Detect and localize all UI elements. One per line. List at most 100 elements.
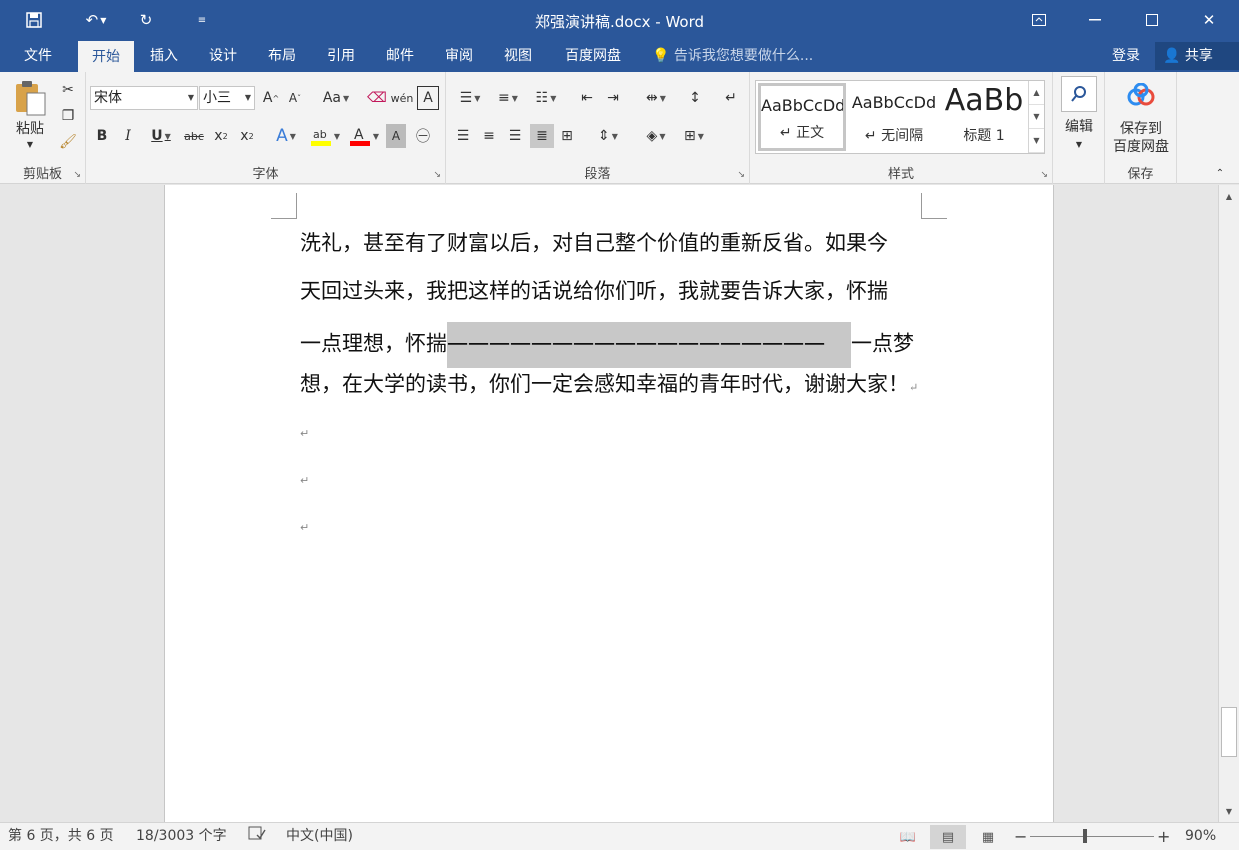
line-spacing-icon[interactable]: ⇕ ▼: [590, 124, 626, 148]
chevron-down-icon[interactable]: ▼: [1073, 138, 1085, 150]
strikethrough-icon[interactable]: abc: [182, 124, 206, 148]
copy-icon[interactable]: ❐: [58, 106, 78, 126]
chevron-up-icon[interactable]: ▲: [1029, 81, 1044, 105]
web-layout-icon[interactable]: ▦: [970, 825, 1006, 849]
scrollbar-thumb[interactable]: [1221, 707, 1237, 757]
maximize-icon[interactable]: [1137, 8, 1167, 32]
shrink-font-icon[interactable]: Aˇ: [284, 86, 306, 110]
format-painter-icon[interactable]: 🖌: [58, 132, 78, 152]
read-mode-icon[interactable]: 📖: [890, 825, 926, 849]
baidu-cloud-icon[interactable]: [1125, 80, 1157, 112]
align-right-icon[interactable]: ☰: [504, 124, 526, 148]
cut-icon[interactable]: ✂: [58, 80, 78, 100]
font-color-icon[interactable]: A ▼: [346, 124, 382, 148]
paragraph-mark[interactable]: ↵: [300, 474, 309, 487]
close-icon[interactable]: ✕: [1194, 8, 1224, 32]
document-line-selected[interactable]: 一点理想，怀揣一一一一一一一一一一一一一一一一一一 一点梦: [300, 322, 914, 368]
multilevel-list-icon[interactable]: ☷ ▼: [528, 86, 564, 110]
tab-design[interactable]: 设计: [197, 40, 249, 72]
text-effects-icon[interactable]: A ▼: [268, 124, 304, 148]
italic-icon[interactable]: I: [118, 124, 138, 148]
enclose-characters-icon[interactable]: ㊀: [412, 124, 434, 148]
selected-text[interactable]: 一一一一一一一一一一一一一一一一一一: [447, 322, 851, 368]
paragraph-mark[interactable]: ↵: [300, 521, 309, 534]
tab-references[interactable]: 引用: [315, 40, 367, 72]
phonetic-guide-icon[interactable]: wén: [391, 86, 414, 110]
paragraph-mark[interactable]: ↵: [300, 427, 309, 440]
decrease-indent-icon[interactable]: ⇤: [576, 86, 598, 110]
chevron-down-icon[interactable]: ▼: [188, 87, 194, 109]
subscript-icon[interactable]: x2: [210, 124, 232, 148]
style-no-spacing[interactable]: AaBbCcDd ↵ 无间隔: [850, 83, 938, 151]
sort-icon[interactable]: ↕: [684, 86, 706, 110]
align-left-icon[interactable]: ☰: [452, 124, 474, 148]
align-center-icon[interactable]: ≡: [478, 124, 500, 148]
tab-mailings[interactable]: 邮件: [374, 40, 426, 72]
save-to-baidu-label[interactable]: 保存到 百度网盘: [1105, 120, 1177, 156]
dialog-launcher-icon[interactable]: ↘: [73, 170, 81, 180]
superscript-icon[interactable]: x2: [236, 124, 258, 148]
borders-icon[interactable]: ⊞ ▼: [676, 124, 712, 148]
justify-icon[interactable]: ≣: [530, 124, 554, 148]
zoom-slider-track[interactable]: [1030, 836, 1154, 837]
tab-review[interactable]: 审阅: [433, 40, 485, 72]
character-shading-icon[interactable]: A: [386, 124, 406, 148]
print-layout-icon[interactable]: ▤: [930, 825, 966, 849]
search-icon[interactable]: [1061, 76, 1097, 112]
document-page[interactable]: 洗礼，甚至有了财富以后，对自己整个价值的重新反省。如果今 天回过头来，我把这样的…: [164, 185, 1054, 822]
dialog-launcher-icon[interactable]: ↘: [433, 170, 441, 180]
tell-me-box[interactable]: 💡 告诉我您想要做什么...: [652, 40, 813, 72]
grow-font-icon[interactable]: A ^: [260, 86, 282, 110]
document-line[interactable]: 天回过头来，我把这样的话说给你们听，我就要告诉大家，怀揣: [300, 276, 888, 306]
tab-home[interactable]: 开始: [78, 40, 134, 72]
minimize-icon[interactable]: [1080, 8, 1110, 32]
vertical-scrollbar[interactable]: ▲ ▼: [1218, 185, 1239, 822]
dialog-launcher-icon[interactable]: ↘: [1040, 170, 1048, 180]
chinese-layout-icon[interactable]: ⇹ ▼: [638, 86, 674, 110]
login-button[interactable]: 登录: [1112, 40, 1140, 72]
zoom-in-icon[interactable]: +: [1157, 823, 1170, 850]
zoom-slider-thumb[interactable]: [1083, 829, 1087, 843]
tab-layout[interactable]: 布局: [256, 40, 308, 72]
document-line[interactable]: 想，在大学的读书，你们一定会感知幸福的青年时代，谢谢大家！↵: [300, 369, 918, 399]
word-count[interactable]: 18/3003 个字: [136, 823, 227, 850]
shading-icon[interactable]: ◈ ▼: [638, 124, 674, 148]
tab-view[interactable]: 视图: [492, 40, 544, 72]
scroll-down-icon[interactable]: ▼: [1219, 804, 1239, 820]
underline-icon[interactable]: U ▼: [144, 124, 178, 148]
proofing-icon[interactable]: [248, 823, 266, 850]
distributed-icon[interactable]: ⊞: [556, 124, 578, 148]
change-case-icon[interactable]: Aa ▼: [318, 86, 354, 110]
text-highlight-icon[interactable]: ab ▼: [306, 124, 344, 148]
gallery-more-icon[interactable]: ▼: [1029, 129, 1044, 153]
tab-insert[interactable]: 插入: [138, 40, 190, 72]
document-line[interactable]: 洗礼，甚至有了财富以后，对自己整个价值的重新反省。如果今: [300, 228, 888, 258]
font-size-combo[interactable]: 小三 ▼: [199, 86, 255, 110]
chevron-down-icon[interactable]: ▼: [24, 138, 36, 150]
paste-icon[interactable]: [10, 78, 50, 118]
character-border-icon[interactable]: A: [417, 86, 439, 110]
page-count[interactable]: 第 6 页，共 6 页: [8, 823, 114, 850]
show-formatting-icon[interactable]: ↵: [720, 86, 742, 110]
zoom-out-icon[interactable]: −: [1014, 823, 1027, 850]
editing-label[interactable]: 编辑: [1053, 118, 1105, 136]
bold-icon[interactable]: B: [92, 124, 112, 148]
share-button[interactable]: 👤 共享: [1155, 42, 1239, 70]
font-name-combo[interactable]: 宋体 ▼: [90, 86, 198, 110]
style-normal[interactable]: AaBbCcDd ↵ 正文: [758, 83, 846, 151]
chevron-down-icon[interactable]: ▼: [1029, 105, 1044, 129]
tab-baidu-netdisk[interactable]: 百度网盘: [556, 40, 630, 72]
zoom-level[interactable]: 90%: [1185, 823, 1216, 850]
increase-indent-icon[interactable]: ⇥: [602, 86, 624, 110]
dialog-launcher-icon[interactable]: ↘: [737, 170, 745, 180]
numbering-icon[interactable]: ≡ ▼: [490, 86, 526, 110]
scroll-up-icon[interactable]: ▲: [1219, 189, 1239, 205]
tab-file[interactable]: 文件: [10, 40, 66, 72]
chevron-down-icon[interactable]: ▼: [245, 87, 251, 109]
clear-formatting-icon[interactable]: ⌫: [366, 86, 388, 110]
language-indicator[interactable]: 中文(中国): [286, 823, 353, 850]
collapse-ribbon-icon[interactable]: ⌃: [1212, 166, 1228, 180]
style-heading-1[interactable]: AaBb 标题 1: [940, 83, 1028, 151]
bullets-icon[interactable]: ☰ ▼: [452, 86, 488, 110]
ribbon-display-options-icon[interactable]: [1024, 8, 1054, 32]
